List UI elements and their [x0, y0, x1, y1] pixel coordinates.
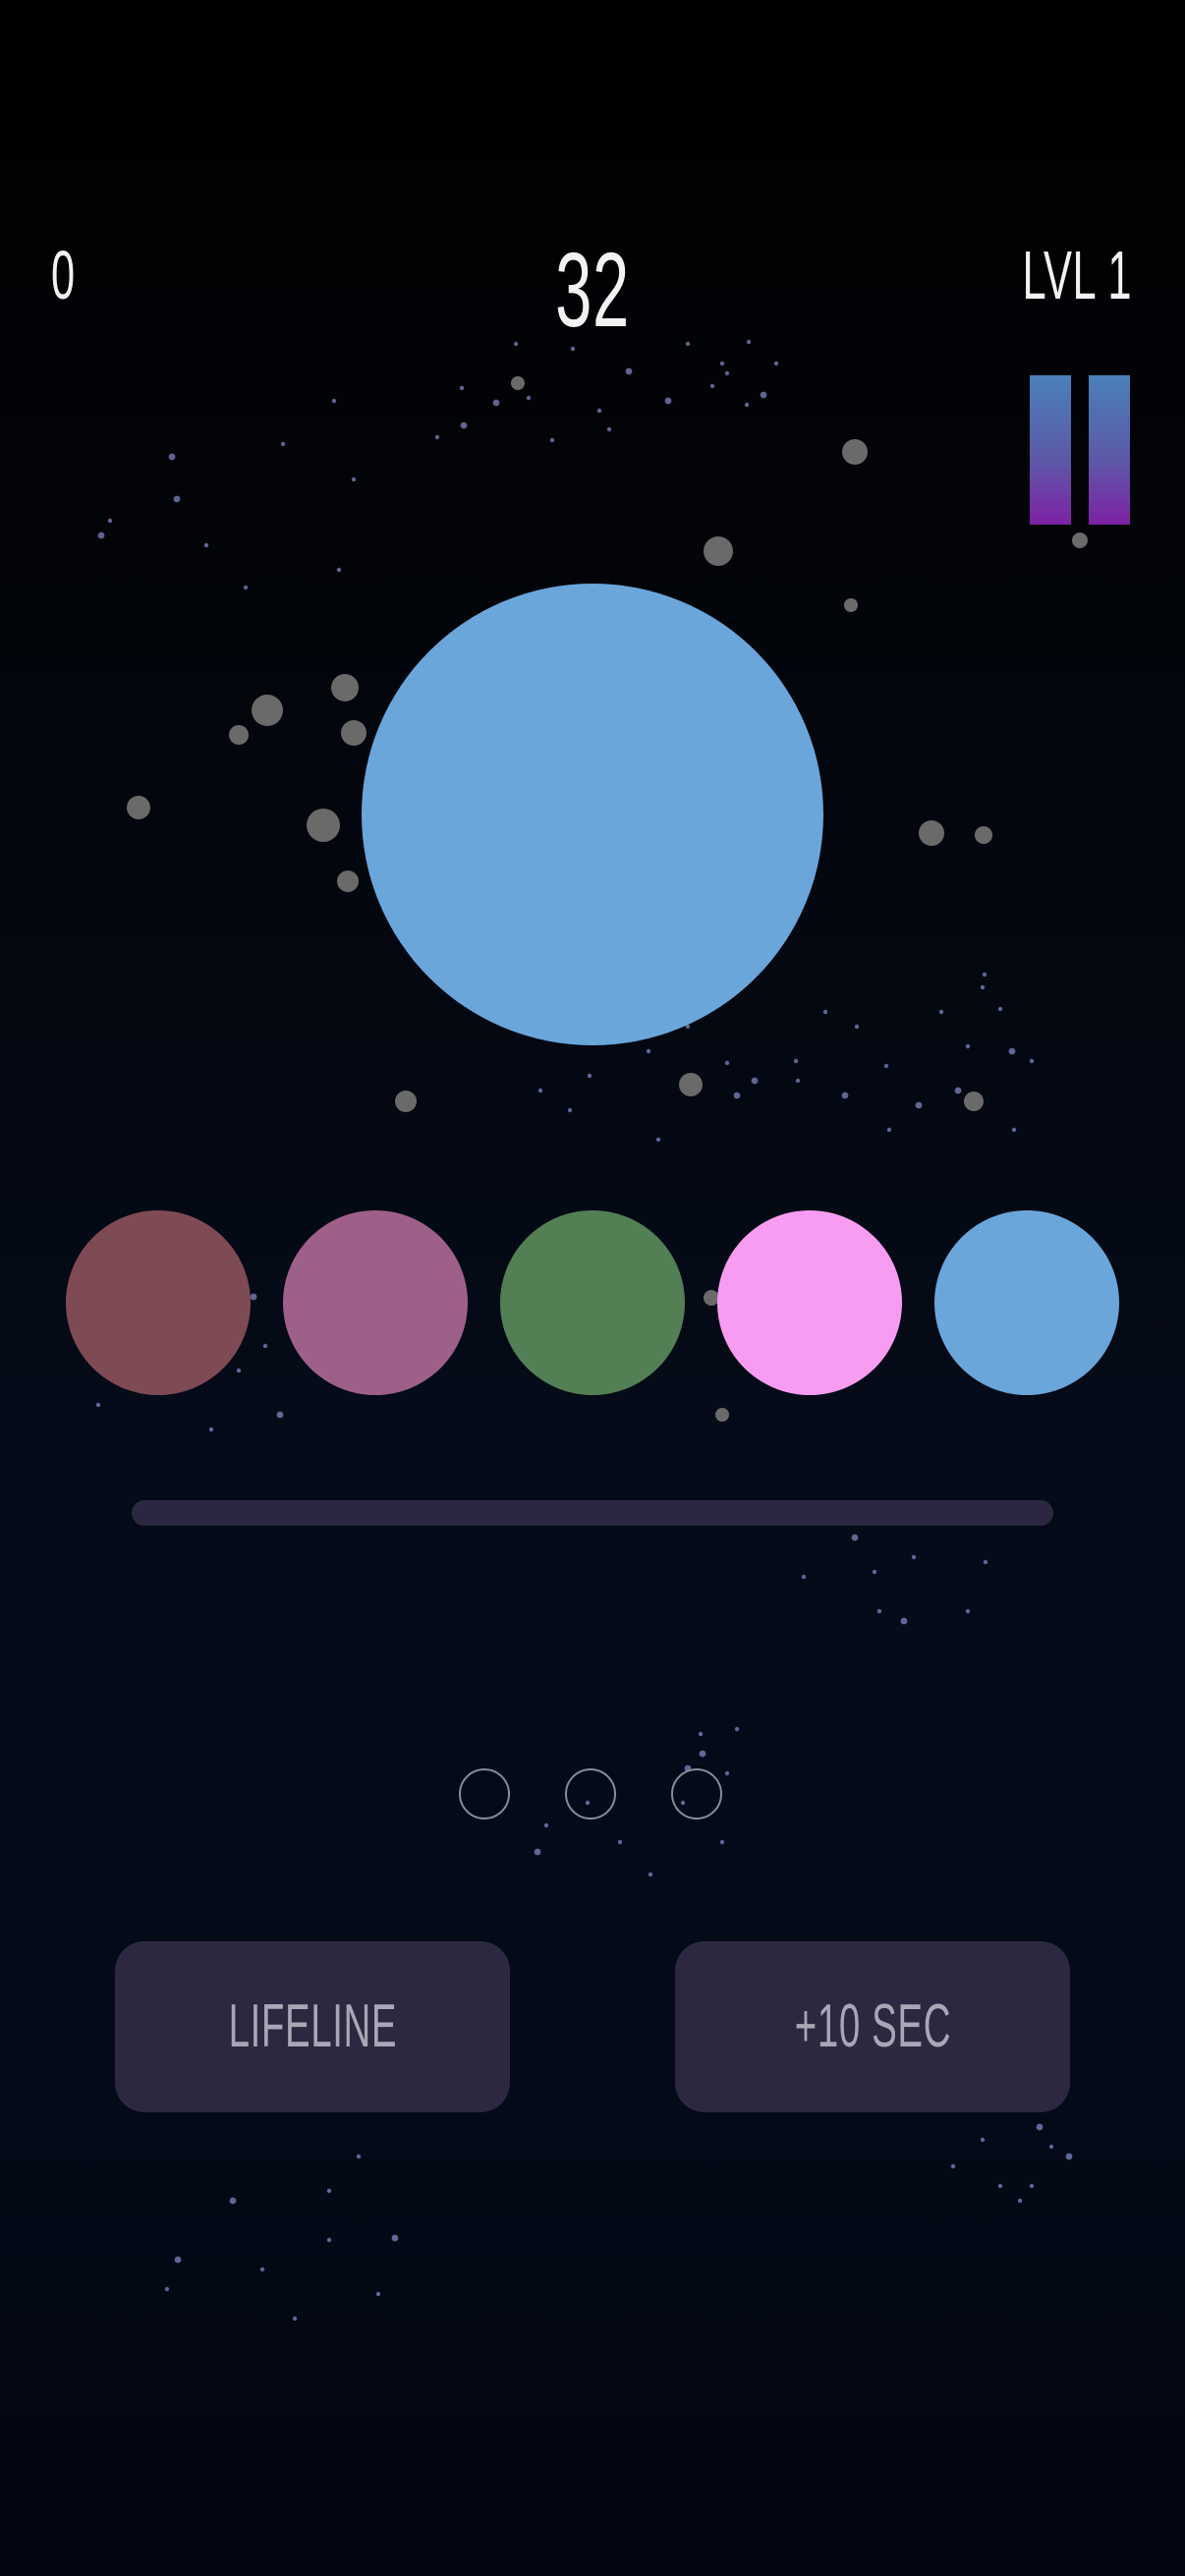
choice-maroon[interactable] [66, 1210, 251, 1395]
add-time-label: +10 SEC [794, 1992, 951, 2060]
pause-icon-bar [1089, 375, 1130, 525]
countdown-timer: 32 [555, 230, 630, 349]
time-progress-track [132, 1500, 1053, 1526]
pause-icon [1030, 375, 1071, 525]
life-icon [565, 1768, 616, 1820]
pause-button[interactable] [1030, 375, 1130, 525]
level-indicator: LVL 1 [1022, 237, 1132, 313]
target-color-circle [362, 584, 823, 1045]
lives-indicator [0, 1768, 1185, 1825]
choice-mauve[interactable] [283, 1210, 468, 1395]
choice-pink[interactable] [717, 1210, 902, 1395]
lifeline-label: LIFELINE [228, 1992, 397, 2060]
color-choices [0, 1210, 1185, 1395]
add-time-button[interactable]: +10 SEC [675, 1941, 1070, 2112]
game-screen: 0 32 LVL 1 LIFELINE +10 SEC [0, 0, 1185, 2576]
choice-green[interactable] [500, 1210, 685, 1395]
life-icon [459, 1768, 510, 1820]
life-icon [671, 1768, 722, 1820]
choice-blue[interactable] [934, 1210, 1119, 1395]
lifeline-button[interactable]: LIFELINE [115, 1941, 510, 2112]
score-counter: 0 [51, 237, 76, 313]
